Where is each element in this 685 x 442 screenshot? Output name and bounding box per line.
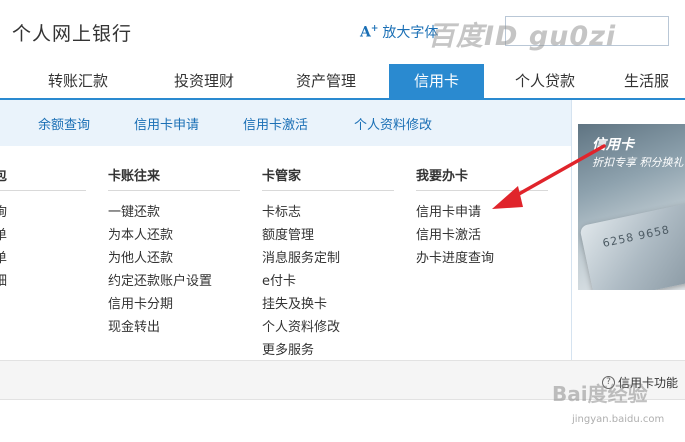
subnav-card-activate[interactable]: 信用卡激活 bbox=[243, 114, 308, 133]
panel-divider bbox=[571, 100, 572, 360]
main-nav: 转账汇款 投资理财 资产管理 信用卡 个人贷款 生活服 bbox=[0, 64, 685, 98]
menu-link-autopay-setup[interactable]: 约定还款账户设置 bbox=[108, 270, 212, 289]
menu-link-more-services[interactable]: 更多服务 bbox=[262, 339, 314, 358]
tab-credit-card[interactable]: 信用卡 bbox=[389, 64, 484, 98]
promo-title: 信用卡 bbox=[592, 137, 634, 153]
sub-nav: 余额查询 信用卡申请 信用卡激活 个人资料修改 bbox=[0, 100, 572, 146]
menu-link-repay-others[interactable]: 为他人还款 bbox=[108, 247, 173, 266]
tab-transfer[interactable]: 转账汇款 bbox=[18, 64, 138, 98]
menu-link-message-service[interactable]: 消息服务定制 bbox=[262, 247, 340, 266]
tab-personal-loan[interactable]: 个人贷款 bbox=[490, 64, 600, 98]
menu-link-card-activate[interactable]: 信用卡激活 bbox=[416, 224, 481, 243]
divider bbox=[0, 190, 86, 191]
enlarge-font-button[interactable]: A+ 放大字体 bbox=[360, 22, 438, 42]
divider bbox=[108, 190, 240, 191]
menu-link-report-loss[interactable]: 挂失及换卡 bbox=[262, 293, 327, 312]
divider bbox=[262, 190, 394, 191]
font-size-icon: A+ bbox=[360, 23, 379, 41]
header: 个人网上银行 A+ 放大字体 百度ID gu0zi bbox=[0, 0, 685, 62]
search-input[interactable] bbox=[505, 16, 669, 46]
tab-life-service[interactable]: 生活服 bbox=[624, 64, 685, 98]
subnav-card-apply[interactable]: 信用卡申请 bbox=[134, 114, 199, 133]
promo-subtitle: 折扣专享 积分换礼 bbox=[592, 156, 684, 169]
menu-link[interactable]: 细 bbox=[0, 270, 7, 289]
subnav-profile-edit[interactable]: 个人资料修改 bbox=[354, 114, 432, 133]
menu-link-card-apply[interactable]: 信用卡申请 bbox=[416, 201, 481, 220]
credit-card-function-help[interactable]: ? 信用卡功能 bbox=[602, 374, 678, 391]
question-icon: ? bbox=[602, 376, 615, 389]
menu-link-application-progress[interactable]: 办卡进度查询 bbox=[416, 247, 494, 266]
menu-heading-partial: 包 bbox=[0, 169, 8, 184]
menu-link-profile-edit[interactable]: 个人资料修改 bbox=[262, 316, 340, 335]
menu-link-card-flag[interactable]: 卡标志 bbox=[262, 201, 301, 220]
page-title: 个人网上银行 bbox=[12, 23, 133, 45]
menu-heading-card-account: 卡账往来 bbox=[108, 169, 161, 184]
credit-card-menu-panel: 余额查询 信用卡申请 信用卡激活 个人资料修改 包 询 单 单 细 卡账往来 一… bbox=[0, 98, 685, 360]
divider bbox=[416, 190, 548, 191]
bottom-bar: ? 信用卡功能 bbox=[0, 360, 685, 400]
subnav-balance-query[interactable]: 余额查询 bbox=[38, 114, 90, 133]
credit-card-promo-banner[interactable]: 信用卡 折扣专享 积分换礼 6258 9658 bbox=[578, 124, 685, 290]
menu-link-e-pay-card[interactable]: e付卡 bbox=[262, 270, 296, 289]
menu-link[interactable]: 单 bbox=[0, 224, 7, 243]
help-label: 信用卡功能 bbox=[618, 376, 679, 390]
watermark-url: jingyan.baidu.com bbox=[572, 414, 665, 425]
menu-link[interactable]: 单 bbox=[0, 247, 7, 266]
credit-card-image bbox=[579, 199, 685, 290]
menu-link-limit-management[interactable]: 额度管理 bbox=[262, 224, 314, 243]
tab-assets[interactable]: 资产管理 bbox=[266, 64, 386, 98]
menu-link-repay-self[interactable]: 为本人还款 bbox=[108, 224, 173, 243]
enlarge-font-label: 放大字体 bbox=[382, 25, 439, 41]
menu-link-cash-out[interactable]: 现金转出 bbox=[108, 316, 160, 335]
menu-link[interactable]: 询 bbox=[0, 201, 7, 220]
menu-link-installments[interactable]: 信用卡分期 bbox=[108, 293, 173, 312]
menu-link-one-click-repay[interactable]: 一键还款 bbox=[108, 201, 160, 220]
menu-heading-card-manager: 卡管家 bbox=[262, 169, 302, 184]
menu-heading-apply-card: 我要办卡 bbox=[416, 169, 469, 184]
tab-investment[interactable]: 投资理财 bbox=[144, 64, 264, 98]
